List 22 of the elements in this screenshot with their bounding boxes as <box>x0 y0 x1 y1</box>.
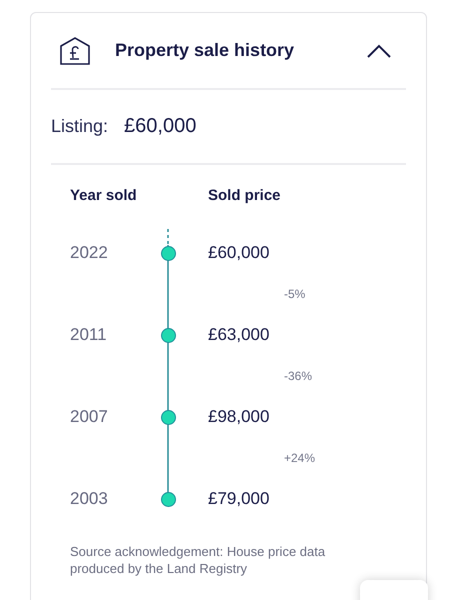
house-pound-icon <box>59 36 91 66</box>
sold-price: £98,000 <box>208 407 270 427</box>
sold-price: £63,000 <box>208 325 270 345</box>
listing-price: £60,000 <box>124 115 196 138</box>
price-change: -36% <box>283 368 314 385</box>
column-header: Year sold <box>70 187 138 206</box>
timeline-dot <box>161 328 176 342</box>
sold-price: £79,000 <box>208 489 270 509</box>
year-sold: 2022 <box>70 243 109 263</box>
column-header: Sold price <box>208 187 282 206</box>
year-sold: 2011 <box>70 325 108 345</box>
timeline-dot <box>161 492 176 506</box>
timeline-dot <box>161 246 176 260</box>
panel-title: Property sale history <box>115 40 296 61</box>
timeline-dot <box>161 410 176 424</box>
price-change: -5% <box>283 286 306 303</box>
listing-label: Listing: <box>51 116 108 137</box>
price-change: +24% <box>283 450 316 467</box>
source-note: Source acknowledgement: House price data produced by the Land Registry <box>70 543 326 577</box>
sold-price: £60,000 <box>208 243 270 263</box>
year-sold: 2007 <box>70 407 109 427</box>
year-sold: 2003 <box>70 489 109 509</box>
